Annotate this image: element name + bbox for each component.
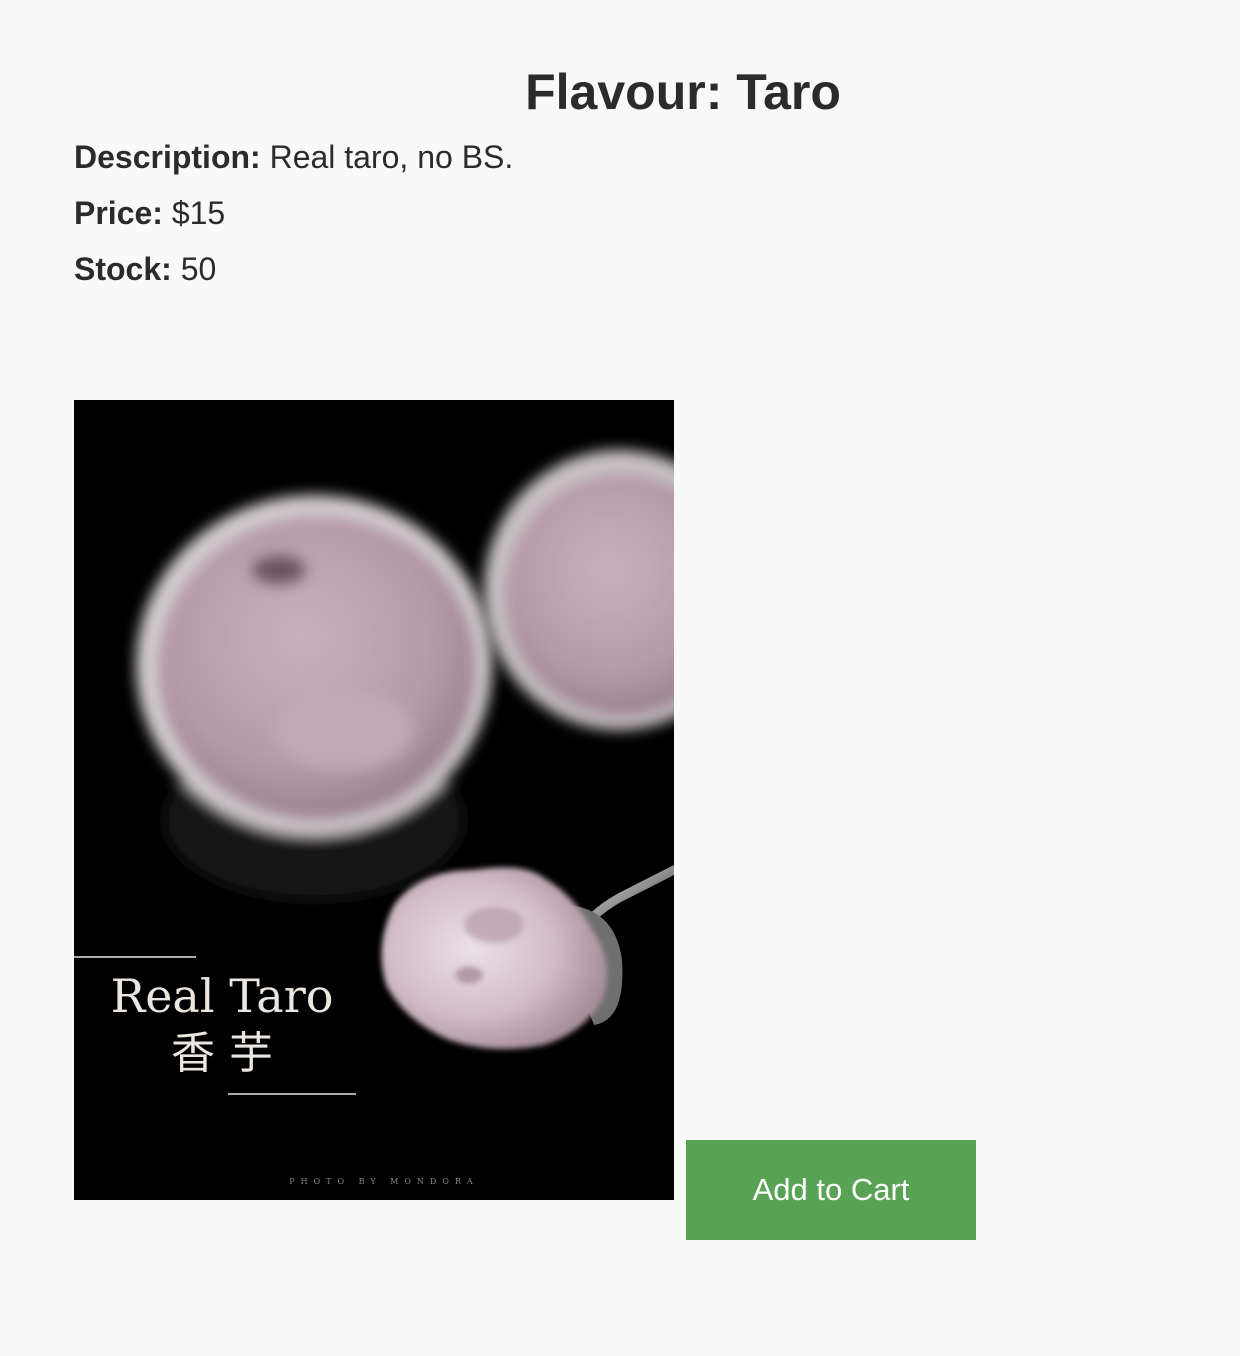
price-row: Price: $15 — [74, 194, 225, 232]
front-cup — [136, 495, 492, 900]
image-credit: PHOTO BY MONDORA — [289, 1177, 478, 1186]
image-caption-zh: 香 芋 — [171, 1028, 273, 1079]
stock-value: 50 — [180, 251, 217, 287]
description-value: Real taro, no BS. — [269, 139, 514, 175]
description-row: Description: Real taro, no BS. — [74, 138, 513, 176]
description-label: Description: — [74, 139, 261, 175]
stock-label: Stock: — [74, 251, 172, 287]
stock-row: Stock: 50 — [74, 250, 216, 288]
image-caption-en: Real Taro — [111, 969, 334, 1023]
price-label: Price: — [74, 195, 163, 231]
add-to-cart-button[interactable]: Add to Cart — [686, 1140, 976, 1240]
price-value: $15 — [171, 195, 226, 231]
product-image: Real Taro 香 芋 PHOTO BY MONDORA — [74, 400, 674, 1200]
taro-ice-cream-photo: Real Taro 香 芋 PHOTO BY MONDORA — [74, 400, 674, 1200]
page-title: Flavour: Taro — [525, 64, 841, 120]
